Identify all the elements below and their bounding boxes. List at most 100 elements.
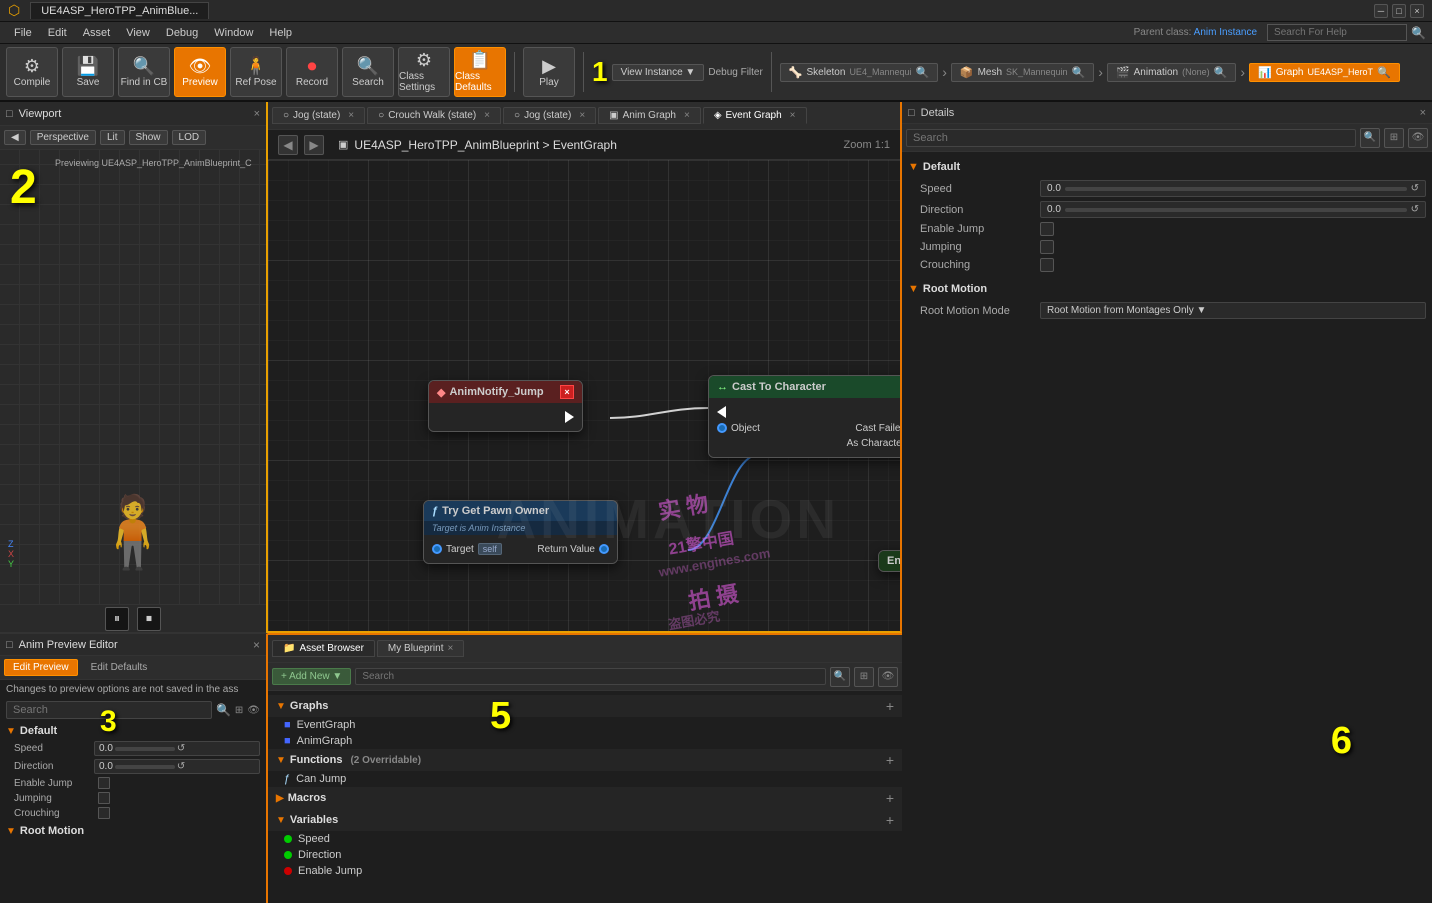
add-new-button[interactable]: + Add New ▼ bbox=[272, 668, 351, 685]
breadcrumb-skeleton[interactable]: 🦴 Skeleton UE4_Mannequi 🔍 bbox=[780, 63, 938, 82]
functions-add-btn[interactable]: + bbox=[886, 752, 894, 768]
play-button[interactable]: ▶ Play bbox=[523, 47, 575, 97]
direction-variable-item[interactable]: Direction bbox=[268, 847, 902, 863]
breadcrumb-animation[interactable]: 🎬 Animation (None) 🔍 bbox=[1107, 63, 1236, 82]
asset-search-icon-btn[interactable]: 🔍 bbox=[830, 667, 850, 687]
breadcrumb-mesh[interactable]: 📦 Mesh SK_Mannequin 🔍 bbox=[951, 63, 1094, 82]
lod-button[interactable]: LOD bbox=[172, 130, 207, 145]
crouching-checkbox[interactable] bbox=[98, 807, 110, 819]
details-search[interactable] bbox=[906, 129, 1356, 147]
node-try-get-pawn-owner[interactable]: ƒ Try Get Pawn Owner Target is Anim Inst… bbox=[423, 500, 618, 564]
macros-header[interactable]: ▶ Macros + bbox=[268, 787, 902, 809]
menu-file[interactable]: File bbox=[6, 25, 40, 41]
event-graph-close[interactable]: × bbox=[790, 110, 796, 121]
find-cb-button[interactable]: 🔍 Find in CB bbox=[118, 47, 170, 97]
can-jump-item[interactable]: ƒ Can Jump bbox=[268, 771, 902, 787]
details-enable-jump-checkbox[interactable] bbox=[1040, 222, 1054, 236]
class-defaults-button[interactable]: 📋 Class Defaults bbox=[454, 47, 506, 97]
search-button[interactable]: 🔍 Search bbox=[342, 47, 394, 97]
close-button[interactable]: × bbox=[1410, 4, 1424, 18]
details-close[interactable]: × bbox=[1420, 107, 1426, 119]
help-search-icon[interactable]: 🔍 bbox=[1411, 26, 1426, 40]
title-tab[interactable]: UE4ASP_HeroTPP_AnimBlue... bbox=[30, 2, 209, 19]
details-crouching-checkbox[interactable] bbox=[1040, 258, 1054, 272]
event-graph-item[interactable]: ■ EventGraph bbox=[268, 717, 902, 733]
menu-help[interactable]: Help bbox=[261, 25, 300, 41]
direction-slider[interactable] bbox=[115, 765, 175, 769]
jumping-checkbox[interactable] bbox=[98, 792, 110, 804]
menu-asset[interactable]: Asset bbox=[75, 25, 119, 41]
tab-event-graph[interactable]: ◈ Event Graph × bbox=[703, 107, 807, 124]
details-direction-value[interactable]: 0.0 ↺ bbox=[1040, 201, 1426, 218]
compile-button[interactable]: ⚙ Compile bbox=[6, 47, 58, 97]
speed-value[interactable]: 0.0 ↺ bbox=[94, 741, 260, 756]
eye-icon[interactable]: 👁 bbox=[247, 705, 260, 716]
variables-add-btn[interactable]: + bbox=[886, 812, 894, 828]
menu-debug[interactable]: Debug bbox=[158, 25, 206, 41]
help-search-input[interactable] bbox=[1267, 24, 1407, 41]
show-button[interactable]: Show bbox=[129, 130, 168, 145]
breadcrumb-back[interactable]: ◀ bbox=[278, 135, 298, 155]
direction-value[interactable]: 0.0 ↺ bbox=[94, 759, 260, 774]
class-settings-button[interactable]: ⚙ Class Settings bbox=[398, 47, 450, 97]
anim-graph-item[interactable]: ■ AnimGraph bbox=[268, 733, 902, 749]
details-direction-slider[interactable] bbox=[1065, 208, 1407, 212]
maximize-button[interactable]: □ bbox=[1392, 4, 1406, 18]
jog-state-1-close[interactable]: × bbox=[348, 110, 354, 121]
pause-button[interactable]: ⏸ bbox=[105, 607, 129, 631]
stop-button[interactable]: ⏹ bbox=[137, 607, 161, 631]
menu-edit[interactable]: Edit bbox=[40, 25, 75, 41]
details-grid-btn[interactable]: ⊞ bbox=[1384, 128, 1404, 148]
crouch-walk-close[interactable]: × bbox=[484, 110, 490, 121]
details-search-btn[interactable]: 🔍 bbox=[1360, 128, 1380, 148]
my-blueprint-close[interactable]: × bbox=[448, 643, 454, 654]
asset-view-toggle[interactable]: ⊞ bbox=[854, 667, 874, 687]
lit-button[interactable]: Lit bbox=[100, 130, 125, 145]
node-enable-jump[interactable]: Enable Jump bbox=[878, 550, 900, 572]
menu-window[interactable]: Window bbox=[206, 25, 261, 41]
jog-state-2-close[interactable]: × bbox=[579, 110, 585, 121]
anim-graph-close[interactable]: × bbox=[684, 110, 690, 121]
anim-notify-close-btn[interactable]: × bbox=[560, 385, 574, 399]
asset-browser-search[interactable] bbox=[355, 668, 826, 685]
ref-pose-button[interactable]: 🧍 Ref Pose bbox=[230, 47, 282, 97]
graph-canvas[interactable]: ◆ AnimNotify_Jump × bbox=[268, 160, 900, 631]
minimize-button[interactable]: ─ bbox=[1374, 4, 1388, 18]
functions-header[interactable]: ▼ Functions (2 Overridable) + bbox=[268, 749, 902, 771]
preview-button[interactable]: 👁 Preview bbox=[174, 47, 226, 97]
details-jumping-checkbox[interactable] bbox=[1040, 240, 1054, 254]
breadcrumb-graph[interactable]: 📊 Graph UE4ASP_HeroT 🔍 bbox=[1249, 63, 1400, 82]
details-direction-reset[interactable]: ↺ bbox=[1411, 204, 1419, 215]
details-speed-slider[interactable] bbox=[1065, 187, 1407, 191]
speed-slider[interactable] bbox=[115, 747, 175, 751]
record-button[interactable]: ⏺ Record bbox=[286, 47, 338, 97]
breadcrumb-forward[interactable]: ▶ bbox=[304, 135, 324, 155]
grid-view-icon[interactable]: ⊞ bbox=[235, 705, 243, 716]
save-button[interactable]: 💾 Save bbox=[62, 47, 114, 97]
variables-header[interactable]: ▼ Variables + bbox=[268, 809, 902, 831]
node-anim-notify-jump[interactable]: ◆ AnimNotify_Jump × bbox=[428, 380, 583, 432]
tab-crouch-walk[interactable]: ○ Crouch Walk (state) × bbox=[367, 107, 501, 124]
asset-eye-btn[interactable]: 👁 bbox=[878, 667, 898, 687]
tab-anim-graph[interactable]: ▣ Anim Graph × bbox=[598, 107, 701, 124]
anim-preview-close[interactable]: × bbox=[253, 638, 260, 652]
details-speed-reset[interactable]: ↺ bbox=[1411, 183, 1419, 194]
graphs-header[interactable]: ▼ Graphs + bbox=[268, 695, 902, 717]
edit-preview-tab[interactable]: Edit Preview bbox=[4, 659, 78, 676]
details-eye-btn[interactable]: 👁 bbox=[1408, 128, 1428, 148]
speed-reset[interactable]: ↺ bbox=[177, 743, 185, 754]
asset-browser-tab[interactable]: 📁 Asset Browser bbox=[272, 640, 375, 657]
node-cast-to-character[interactable]: ↔ Cast To Character × bbox=[708, 375, 900, 458]
tab-jog-state-2[interactable]: ○ Jog (state) × bbox=[503, 107, 596, 124]
menu-view[interactable]: View bbox=[118, 25, 158, 41]
viewport-close[interactable]: × bbox=[254, 108, 260, 120]
enable-jump-variable-item[interactable]: Enable Jump bbox=[268, 863, 902, 879]
enable-jump-checkbox[interactable] bbox=[98, 777, 110, 789]
root-motion-mode-dropdown[interactable]: Root Motion from Montages Only ▼ bbox=[1040, 302, 1426, 319]
speed-variable-item[interactable]: Speed bbox=[268, 831, 902, 847]
details-speed-value[interactable]: 0.0 ↺ bbox=[1040, 180, 1426, 197]
viewport-nav-left[interactable]: ◀ bbox=[4, 130, 26, 145]
view-instance-dropdown[interactable]: View Instance ▼ bbox=[612, 64, 705, 81]
direction-reset[interactable]: ↺ bbox=[177, 761, 185, 772]
graphs-add-btn[interactable]: + bbox=[886, 698, 894, 714]
